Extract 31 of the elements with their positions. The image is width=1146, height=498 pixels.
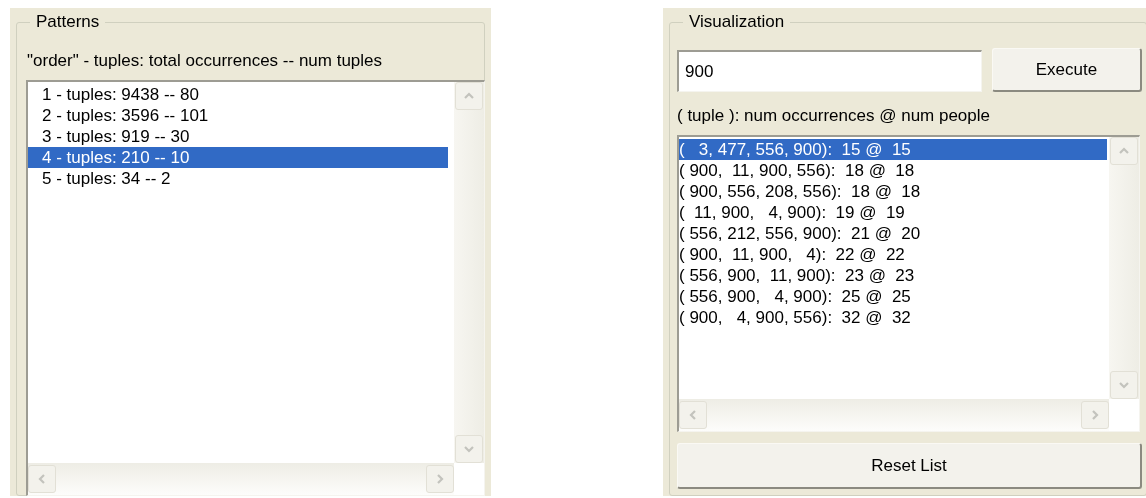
scroll-up-button[interactable] [1110,137,1138,165]
list-item[interactable]: 2 - tuples: 3596 -- 101 [28,105,448,126]
list-item[interactable]: 1 - tuples: 9438 -- 80 [28,84,448,105]
list-item[interactable]: 5 - tuples: 34 -- 2 [28,168,448,189]
scroll-right-button[interactable] [426,465,454,493]
list-item[interactable]: ( 556, 212, 556, 900): 21 @ 20 [679,223,1107,244]
list-item[interactable]: ( 900, 556, 208, 556): 18 @ 18 [679,181,1107,202]
list-item[interactable]: ( 900, 11, 900, 556): 18 @ 18 [679,160,1107,181]
scroll-down-button[interactable] [1110,371,1138,399]
list-header: "order" - tuples: total occurrences -- num tuples [27,50,383,72]
execute-button[interactable]: Execute [992,48,1142,92]
horizontal-scrollbar[interactable] [28,463,454,495]
list-item[interactable]: ( 11, 900, 4, 900): 19 @ 19 [679,202,1107,223]
list-item[interactable]: 4 - tuples: 210 -- 10 [28,147,448,168]
list-item[interactable]: ( 900, 4, 900, 556): 32 @ 32 [679,307,1107,328]
search-field[interactable]: 900 [677,50,982,92]
list-item[interactable]: ( 556, 900, 4, 900): 25 @ 25 [679,286,1107,307]
list-header: ( tuple ): num occurrences @ num people [677,105,990,127]
scroll-down-button[interactable] [455,435,483,463]
list-item[interactable]: 3 - tuples: 919 -- 30 [28,126,448,147]
list-item[interactable]: ( 3, 477, 556, 900): 15 @ 15 [679,139,1107,160]
scroll-right-button[interactable] [1081,401,1109,429]
reset-list-button[interactable]: Reset List [677,443,1142,489]
scroll-left-button[interactable] [28,465,56,493]
scroll-left-button[interactable] [679,401,707,429]
vertical-scrollbar[interactable] [1109,137,1139,399]
vertical-scrollbar[interactable] [454,82,484,463]
horizontal-scrollbar[interactable] [679,399,1109,431]
list-item[interactable]: ( 900, 11, 900, 4): 22 @ 22 [679,244,1107,265]
scroll-up-button[interactable] [455,82,483,110]
list-item[interactable]: ( 556, 900, 11, 900): 23 @ 23 [679,265,1107,286]
